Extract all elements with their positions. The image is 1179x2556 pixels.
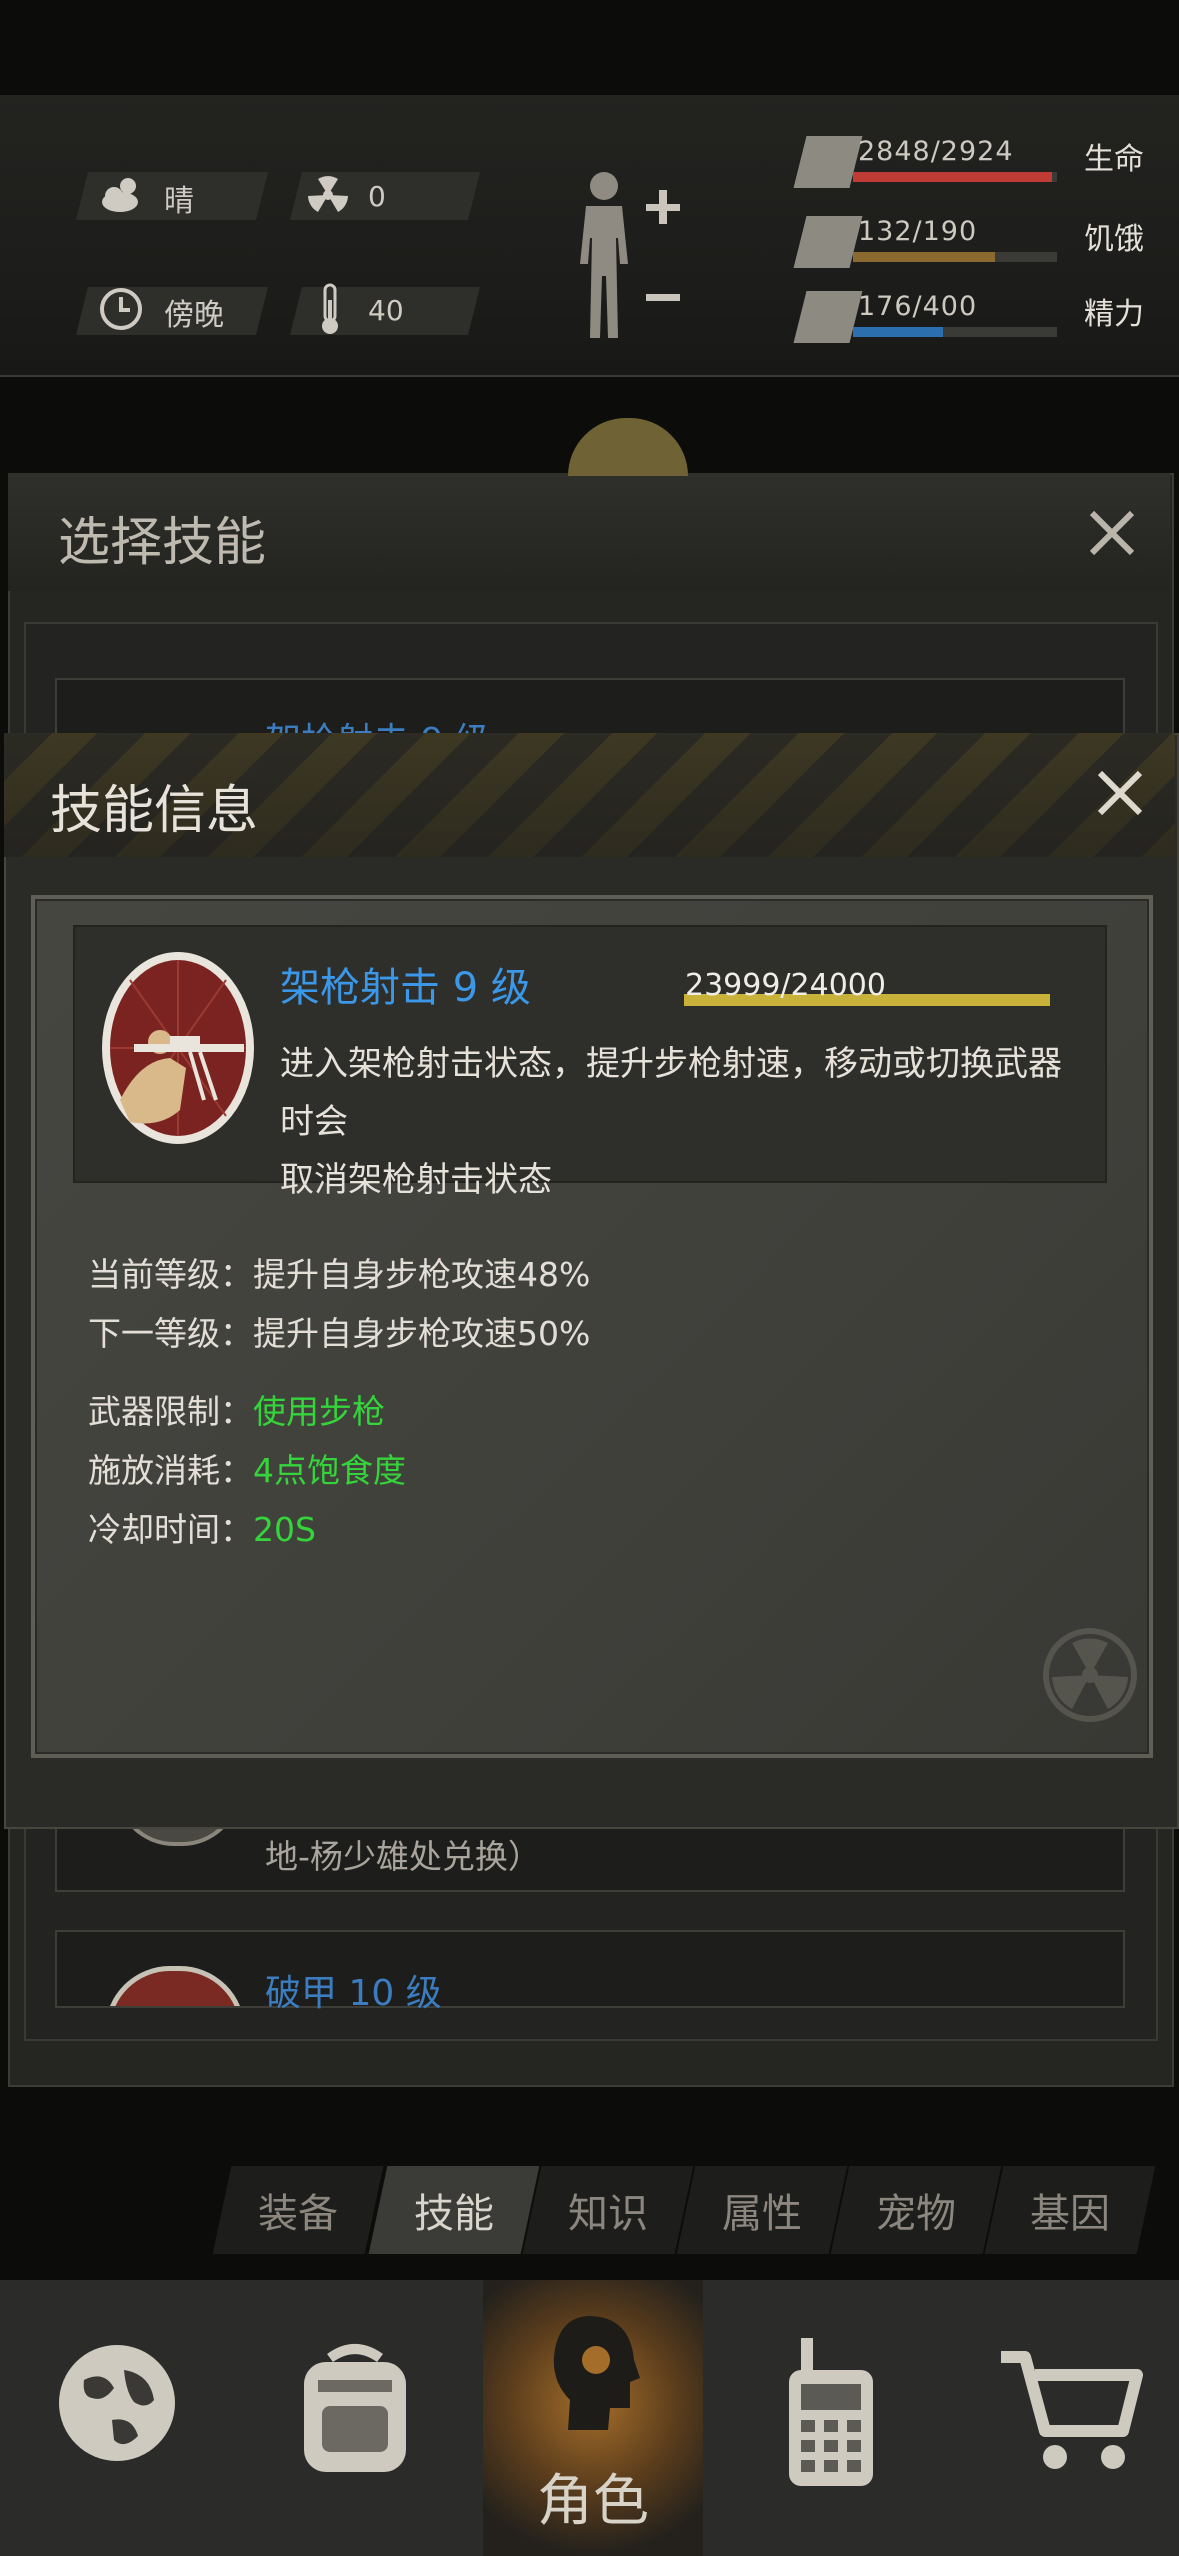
cooldown-line: 冷却时间：20S xyxy=(88,1503,316,1551)
tab-label[interactable]: 宠物 xyxy=(840,2181,992,2239)
weapon-limit-value: 使用步枪 xyxy=(253,1392,385,1431)
stat-value: 132/190 xyxy=(858,216,978,247)
current-level-label: 当前等级： xyxy=(88,1255,253,1294)
character-head-icon[interactable] xyxy=(530,2300,660,2450)
tab-label[interactable]: 知识 xyxy=(532,2181,684,2239)
tab-label[interactable]: 装备 xyxy=(222,2181,374,2239)
cost-value: 4点饱食度 xyxy=(253,1451,406,1490)
skill-description-line: 进入架枪射击状态，提升步枪射速，移动或切换武器时会 xyxy=(280,1044,1062,1142)
select-panel-close-icon[interactable] xyxy=(1084,505,1140,561)
stat-name: 精力 xyxy=(1084,297,1144,332)
temperature-value: 40 xyxy=(368,294,404,327)
next-level-line: 下一等级：提升自身步枪攻速50% xyxy=(88,1307,590,1355)
tab-label[interactable]: 属性 xyxy=(686,2181,838,2239)
stat-name: 生命 xyxy=(1084,142,1144,177)
stat-name: 饥饿 xyxy=(1084,222,1144,257)
stat-value: 176/400 xyxy=(858,291,978,322)
close-icon[interactable] xyxy=(1092,765,1148,821)
character-helmet xyxy=(568,418,688,476)
tab-label[interactable]: 基因 xyxy=(994,2181,1146,2239)
current-level-line: 当前等级：提升自身步枪攻速48% xyxy=(88,1248,590,1296)
list-item[interactable] xyxy=(55,1930,1125,2008)
cooldown-label: 冷却时间： xyxy=(88,1510,253,1549)
next-level-value: 提升自身步枪攻速50% xyxy=(253,1314,591,1353)
cooldown-value: 20S xyxy=(253,1510,316,1549)
stat-value: 2848/2924 xyxy=(858,136,1014,167)
list-item-icon xyxy=(105,1966,245,2006)
globe-icon[interactable] xyxy=(54,2340,180,2466)
backpack-icon[interactable] xyxy=(290,2340,420,2480)
nav-character-label[interactable]: 角色 xyxy=(483,2456,703,2537)
stat-bar-fill xyxy=(853,327,943,337)
tab-label[interactable]: 技能 xyxy=(378,2181,530,2239)
skill-name: 架枪射击 9 级 xyxy=(280,965,531,1011)
clock-icon xyxy=(100,288,142,330)
list-item-desc: 地-杨少雄处兑换） xyxy=(265,1837,541,1876)
cost-line: 施放消耗：4点饱食度 xyxy=(88,1444,406,1492)
cost-label: 施放消耗： xyxy=(88,1451,253,1490)
radiation-watermark-icon xyxy=(1043,1628,1137,1722)
skill-description-line: 取消架枪射击状态 xyxy=(280,1160,552,1200)
weapon-limit-label: 武器限制： xyxy=(88,1392,253,1431)
exp-value: 23999/24000 xyxy=(685,968,886,1003)
radiation-icon xyxy=(308,176,348,212)
radiation-value: 0 xyxy=(368,180,386,213)
dialog-title: 技能信息 xyxy=(50,781,259,841)
stat-bar-fill xyxy=(853,252,995,262)
stat-bar-fill xyxy=(853,172,1052,182)
shopping-cart-icon[interactable] xyxy=(995,2345,1145,2475)
current-level-value: 提升自身步枪攻速48% xyxy=(253,1255,591,1294)
radio-icon[interactable] xyxy=(775,2330,885,2490)
sniper-skill-icon xyxy=(102,952,254,1144)
select-skill-title: 选择技能 xyxy=(58,513,267,573)
weapon-limit-line: 武器限制：使用步枪 xyxy=(88,1385,385,1433)
skill-description: 进入架枪射击状态，提升步枪射速，移动或切换武器时会 取消架枪射击状态 xyxy=(280,1035,1080,1209)
thermometer-icon xyxy=(322,283,338,334)
cloud-sun-icon xyxy=(102,178,138,212)
list-item-title: 破甲 10 级 xyxy=(265,1973,442,2014)
body-plus-minus-icon[interactable] xyxy=(566,168,686,344)
weather-label: 晴 xyxy=(164,184,194,219)
time-label: 傍晚 xyxy=(164,298,224,333)
next-level-label: 下一等级： xyxy=(88,1314,253,1353)
